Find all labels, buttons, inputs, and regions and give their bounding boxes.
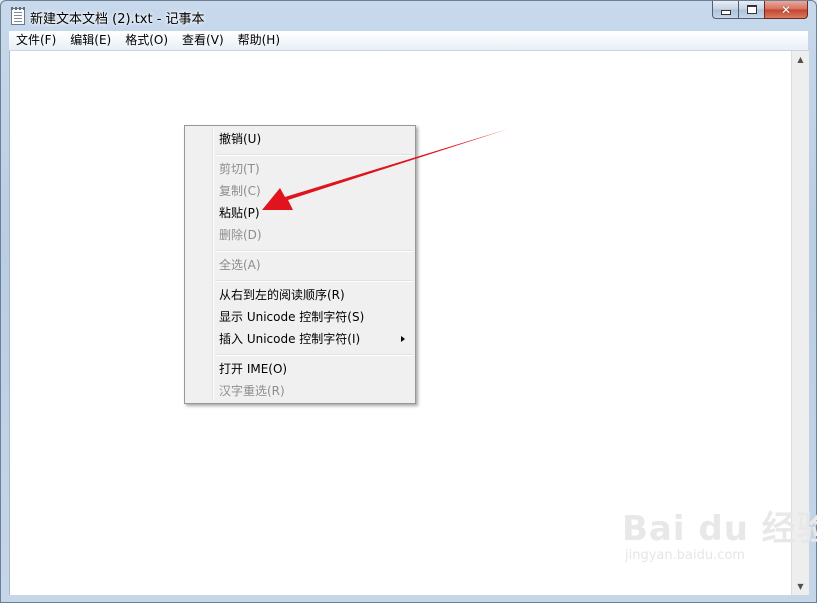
menu-edit[interactable]: 编辑(E) xyxy=(63,31,118,50)
scroll-up-icon[interactable]: ▲ xyxy=(792,51,809,68)
menu-format[interactable]: 格式(O) xyxy=(118,31,175,50)
ctx-rtl-reading-order[interactable]: 从右到左的阅读顺序(R) xyxy=(187,284,413,306)
ctx-open-ime[interactable]: 打开 IME(O) xyxy=(187,358,413,380)
ctx-reconversion[interactable]: 汉字重选(R) xyxy=(187,380,413,402)
ctx-show-unicode-control[interactable]: 显示 Unicode 控制字符(S) xyxy=(187,306,413,328)
menu-view[interactable]: 查看(V) xyxy=(175,31,231,50)
ctx-copy[interactable]: 复制(C) xyxy=(187,180,413,202)
minimize-icon xyxy=(720,10,731,15)
ctx-paste[interactable]: 粘贴(P) xyxy=(187,202,413,224)
menu-bar: 文件(F) 编辑(E) 格式(O) 查看(V) 帮助(H) xyxy=(9,31,808,51)
menu-file[interactable]: 文件(F) xyxy=(9,31,63,50)
minimize-button[interactable] xyxy=(712,1,738,19)
title-bar[interactable]: 新建文本文档 (2).txt - 记事本 ✕ xyxy=(1,1,816,31)
ctx-insert-unicode-control-label: 插入 Unicode 控制字符(I) xyxy=(219,332,361,346)
menu-help[interactable]: 帮助(H) xyxy=(231,31,287,50)
maximize-icon xyxy=(746,5,757,14)
ctx-insert-unicode-control[interactable]: 插入 Unicode 控制字符(I) xyxy=(187,328,413,350)
ctx-undo[interactable]: 撤销(U) xyxy=(187,128,413,150)
ctx-cut[interactable]: 剪切(T) xyxy=(187,158,413,180)
close-icon: ✕ xyxy=(780,2,792,17)
context-menu: 撤销(U) 剪切(T) 复制(C) 粘贴(P) 删除(D) 全选(A) 从右到左… xyxy=(184,125,416,404)
caption-buttons: ✕ xyxy=(712,1,808,20)
submenu-arrow-icon xyxy=(401,336,405,342)
ctx-separator xyxy=(215,250,413,252)
ctx-select-all[interactable]: 全选(A) xyxy=(187,254,413,276)
ctx-separator xyxy=(215,280,413,282)
ctx-separator xyxy=(215,354,413,356)
vertical-scrollbar[interactable]: ▲ ▼ xyxy=(791,51,809,595)
maximize-button[interactable] xyxy=(738,1,764,19)
scroll-down-icon[interactable]: ▼ xyxy=(792,578,809,595)
ctx-separator xyxy=(215,154,413,156)
ctx-delete[interactable]: 删除(D) xyxy=(187,224,413,246)
window-title: 新建文本文档 (2).txt - 记事本 xyxy=(30,12,205,27)
notepad-app-icon[interactable] xyxy=(11,7,25,25)
close-button[interactable]: ✕ xyxy=(764,1,808,19)
